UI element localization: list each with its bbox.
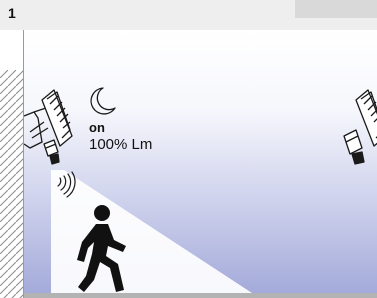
floodlight-icon bbox=[24, 89, 73, 165]
panel-number: 1 bbox=[8, 5, 16, 21]
motion-sensor-waves-icon bbox=[57, 171, 76, 198]
lumen-output-label: 100% Lm bbox=[89, 136, 153, 153]
moon-icon bbox=[90, 87, 116, 115]
lighting-scene: 1 on 100% Lm bbox=[0, 0, 377, 298]
floodlight-icon bbox=[343, 89, 377, 165]
walking-person-icon bbox=[77, 205, 126, 292]
adjacent-panel-header bbox=[295, 0, 377, 18]
light-state-label: on bbox=[89, 120, 105, 135]
wall-hatch bbox=[0, 30, 24, 298]
